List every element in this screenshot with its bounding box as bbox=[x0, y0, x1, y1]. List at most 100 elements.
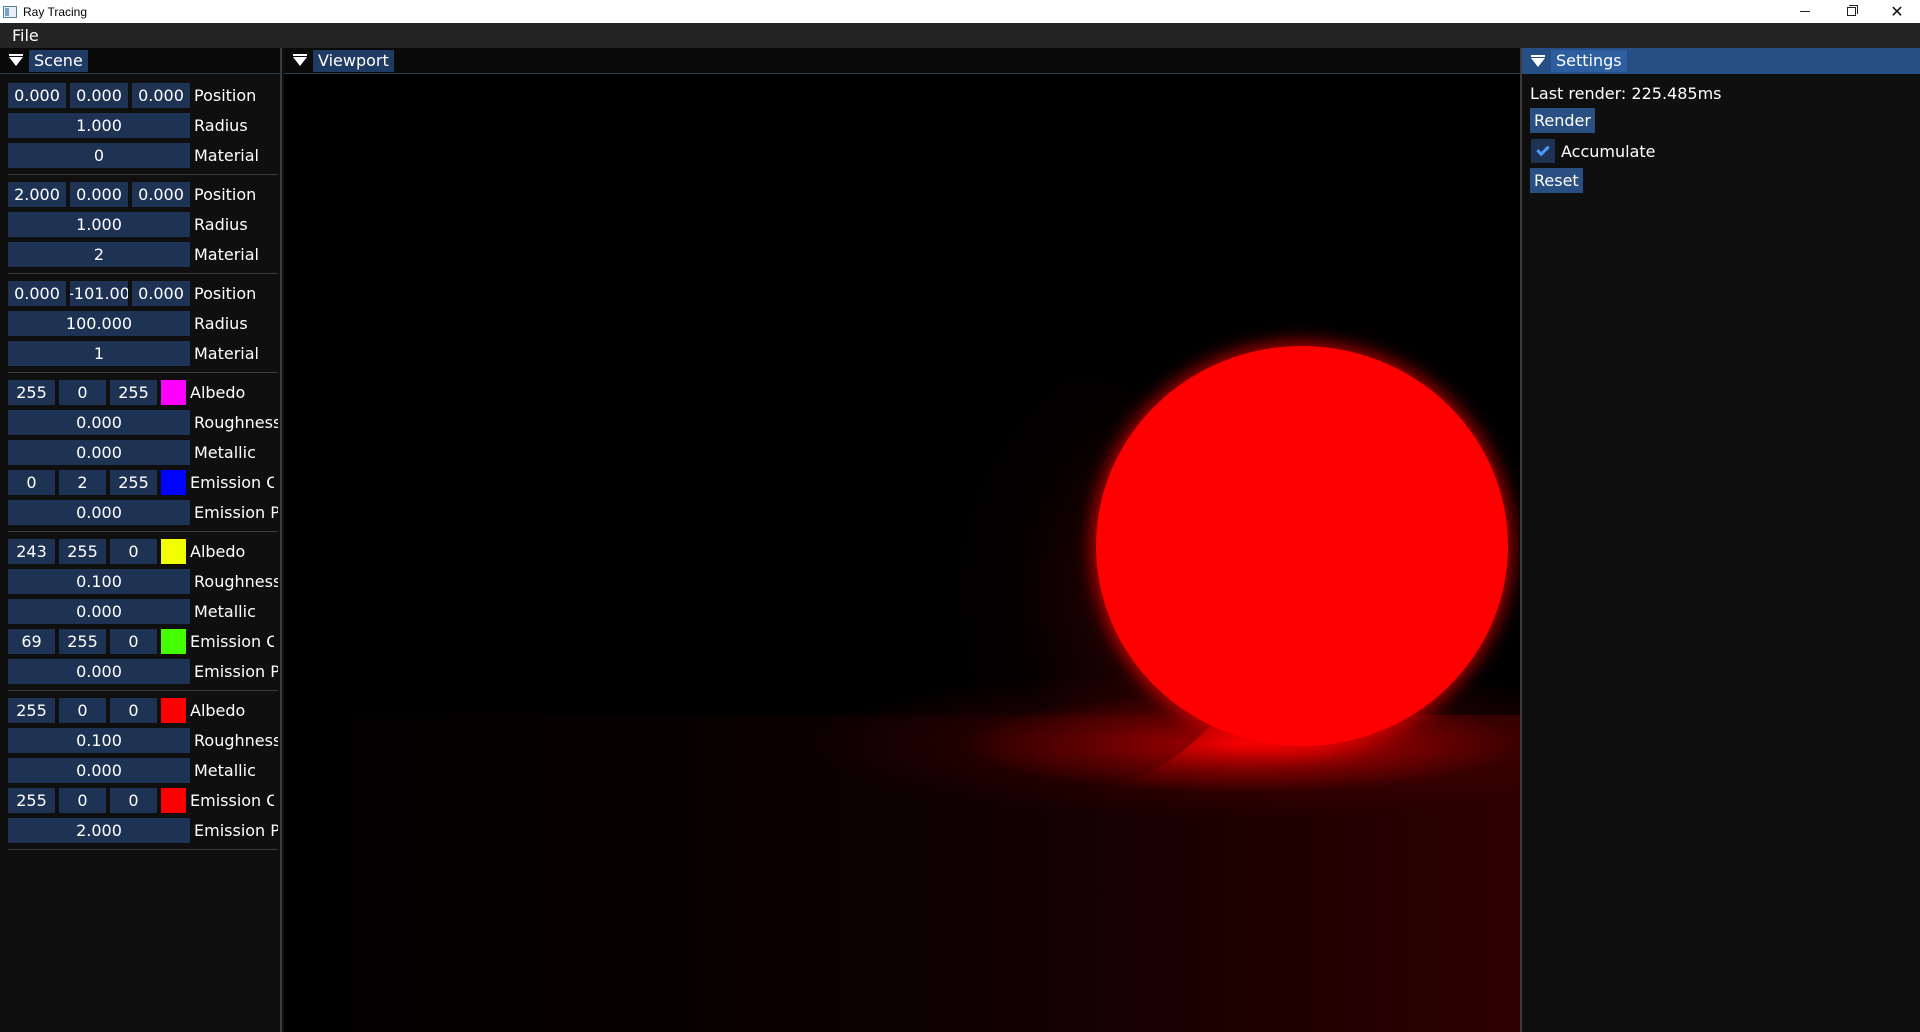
albedo-label: Albedo bbox=[190, 382, 246, 402]
restore-button[interactable] bbox=[1828, 0, 1874, 23]
emission-g-field[interactable]: 2 bbox=[59, 469, 106, 495]
emission-power-field[interactable]: 2.000 bbox=[8, 817, 190, 843]
albedo-r-field[interactable]: 255 bbox=[8, 379, 55, 405]
emission-g-field[interactable]: 0 bbox=[59, 787, 106, 813]
radius-row: 1.000 Radius bbox=[8, 110, 278, 140]
radius-field[interactable]: 1.000 bbox=[8, 211, 190, 237]
collapse-arrow-icon[interactable] bbox=[9, 54, 23, 66]
albedo-b-field[interactable]: 0 bbox=[110, 697, 157, 723]
material-label: Material bbox=[194, 343, 259, 363]
material-index-field[interactable]: 2 bbox=[8, 241, 190, 267]
emission-color-label: Emission C bbox=[190, 631, 274, 651]
emission-r-field[interactable]: 0 bbox=[8, 469, 55, 495]
position-z-field[interactable]: 0.000 bbox=[132, 181, 190, 207]
material-group: 255 0 255 Albedo 0.000 Roughness 0.000 M… bbox=[8, 377, 278, 532]
metallic-row: 0.000 Metallic bbox=[8, 437, 278, 467]
emission-r-field[interactable]: 255 bbox=[8, 787, 55, 813]
position-x-field[interactable]: 0.000 bbox=[8, 82, 66, 108]
window-title-bar: Ray Tracing ✕ bbox=[0, 0, 1920, 23]
settings-panel: Settings Last render: 225.485ms Render A… bbox=[1520, 48, 1920, 1032]
position-label: Position bbox=[194, 283, 257, 303]
albedo-r-field[interactable]: 255 bbox=[8, 697, 55, 723]
albedo-r-field[interactable]: 243 bbox=[8, 538, 55, 564]
material-label: Material bbox=[194, 145, 259, 165]
accumulate-row: Accumulate bbox=[1530, 136, 1912, 166]
albedo-row: 255 0 0 Albedo bbox=[8, 695, 278, 725]
tab-scene[interactable]: Scene bbox=[29, 49, 88, 72]
material-index-field[interactable]: 1 bbox=[8, 340, 190, 366]
albedo-color-swatch[interactable] bbox=[161, 697, 186, 723]
albedo-color-swatch[interactable] bbox=[161, 538, 186, 564]
metallic-field[interactable]: 0.000 bbox=[8, 598, 190, 624]
collapse-arrow-icon[interactable] bbox=[1531, 54, 1545, 67]
scene-panel: Scene 0.000 0.000 0.000 Position 1.000 R… bbox=[0, 48, 282, 1032]
metallic-row: 0.000 Metallic bbox=[8, 596, 278, 626]
roughness-field[interactable]: 0.100 bbox=[8, 568, 190, 594]
close-icon: ✕ bbox=[1890, 2, 1904, 21]
albedo-label: Albedo bbox=[190, 541, 246, 561]
emission-b-field[interactable]: 0 bbox=[110, 787, 157, 813]
emission-r-field[interactable]: 69 bbox=[8, 628, 55, 654]
albedo-b-field[interactable]: 255 bbox=[110, 379, 157, 405]
tab-viewport[interactable]: Viewport bbox=[313, 49, 394, 72]
emission-color-swatch[interactable] bbox=[161, 469, 186, 495]
last-render-time: Last render: 225.485ms bbox=[1530, 83, 1722, 103]
collapse-arrow-icon[interactable] bbox=[293, 54, 307, 66]
albedo-color-swatch[interactable] bbox=[161, 379, 186, 405]
material-row: 1 Material bbox=[8, 338, 278, 368]
position-label: Position bbox=[194, 85, 257, 105]
metallic-field[interactable]: 0.000 bbox=[8, 439, 190, 465]
albedo-g-field[interactable]: 0 bbox=[59, 697, 106, 723]
minimize-button[interactable] bbox=[1782, 0, 1828, 23]
radius-label: Radius bbox=[194, 115, 248, 135]
emission-power-label: Emission P bbox=[194, 502, 278, 522]
metallic-label: Metallic bbox=[194, 601, 256, 621]
emission-color-swatch[interactable] bbox=[161, 628, 186, 654]
emission-color-row: 0 2 255 Emission C bbox=[8, 467, 278, 497]
emission-power-field[interactable]: 0.000 bbox=[8, 658, 190, 684]
emission-color-swatch[interactable] bbox=[161, 787, 186, 813]
emission-power-field[interactable]: 0.000 bbox=[8, 499, 190, 525]
window-controls: ✕ bbox=[1782, 0, 1920, 23]
window-title: Ray Tracing bbox=[23, 4, 88, 19]
emission-color-row: 69 255 0 Emission C bbox=[8, 626, 278, 656]
albedo-g-field[interactable]: 0 bbox=[59, 379, 106, 405]
emission-b-field[interactable]: 0 bbox=[110, 628, 157, 654]
metallic-row: 0.000 Metallic bbox=[8, 755, 278, 785]
app-icon bbox=[3, 5, 17, 18]
position-y-field[interactable]: -101.00 bbox=[70, 280, 128, 306]
scene-list: 0.000 0.000 0.000 Position 1.000 Radius … bbox=[0, 74, 280, 850]
restore-icon bbox=[1846, 5, 1858, 16]
emission-b-field[interactable]: 255 bbox=[110, 469, 157, 495]
tab-settings[interactable]: Settings bbox=[1551, 50, 1627, 72]
emission-power-label: Emission P bbox=[194, 820, 278, 840]
position-x-field[interactable]: 2.000 bbox=[8, 181, 66, 207]
material-index-field[interactable]: 0 bbox=[8, 142, 190, 168]
position-x-field[interactable]: 0.000 bbox=[8, 280, 66, 306]
position-y-field[interactable]: 0.000 bbox=[70, 82, 128, 108]
roughness-field[interactable]: 0.100 bbox=[8, 727, 190, 753]
accumulate-checkbox[interactable] bbox=[1531, 139, 1555, 163]
albedo-row: 243 255 0 Albedo bbox=[8, 536, 278, 566]
albedo-b-field[interactable]: 0 bbox=[110, 538, 157, 564]
emission-g-field[interactable]: 255 bbox=[59, 628, 106, 654]
radius-field[interactable]: 100.000 bbox=[8, 310, 190, 336]
checkmark-icon bbox=[1536, 142, 1550, 157]
close-button[interactable]: ✕ bbox=[1874, 0, 1920, 23]
menu-file[interactable]: File bbox=[0, 26, 51, 45]
position-label: Position bbox=[194, 184, 257, 204]
position-row: 2.000 0.000 0.000 Position bbox=[8, 179, 278, 209]
albedo-label: Albedo bbox=[190, 700, 246, 720]
render-button[interactable]: Render bbox=[1530, 108, 1595, 133]
metallic-field[interactable]: 0.000 bbox=[8, 757, 190, 783]
radius-field[interactable]: 1.000 bbox=[8, 112, 190, 138]
roughness-field[interactable]: 0.000 bbox=[8, 409, 190, 435]
reset-button[interactable]: Reset bbox=[1530, 168, 1583, 193]
position-z-field[interactable]: 0.000 bbox=[132, 82, 190, 108]
position-z-field[interactable]: 0.000 bbox=[132, 280, 190, 306]
position-y-field[interactable]: 0.000 bbox=[70, 181, 128, 207]
emissive-red-sphere bbox=[1096, 346, 1508, 746]
albedo-g-field[interactable]: 255 bbox=[59, 538, 106, 564]
render-image[interactable] bbox=[284, 75, 1520, 1032]
radius-label: Radius bbox=[194, 313, 248, 333]
